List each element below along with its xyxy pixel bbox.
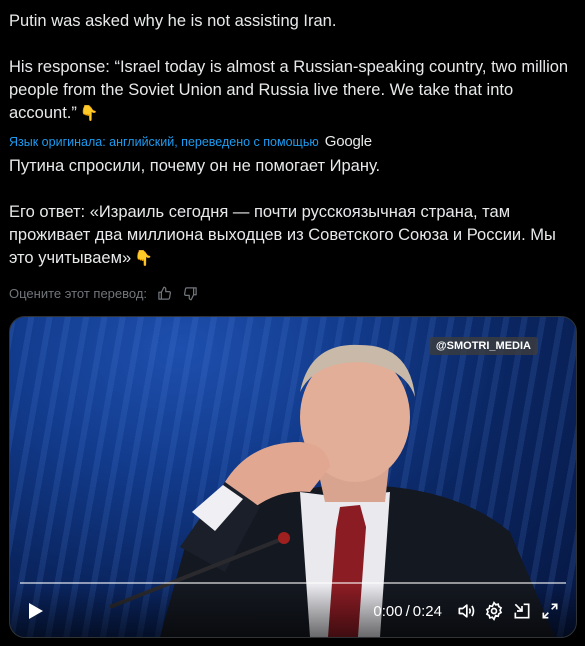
translated-line-1: Путина спросили, почему он не помогает И… <box>9 157 381 175</box>
picture-in-picture-icon[interactable] <box>508 597 536 625</box>
translation-note-text[interactable]: Язык оригинала: английский, переведено с… <box>9 135 319 149</box>
post-line-1: Putin was asked why he is not assisting … <box>9 12 337 30</box>
play-icon[interactable] <box>22 597 50 625</box>
time-current: 0:00 <box>373 602 403 620</box>
watermark: @SMOTRI_MEDIA <box>428 337 538 355</box>
thumbs-up-icon[interactable] <box>155 284 173 302</box>
fullscreen-icon[interactable] <box>536 597 564 625</box>
translation-note: Язык оригинала: английский, переведено с… <box>9 133 372 150</box>
video-controls: 0:00/0:24 <box>10 585 576 637</box>
pointing-down-emoji: 👇 <box>134 250 153 267</box>
video-player[interactable]: @SMOTRI_MEDIA 0:00/0:24 <box>9 316 577 638</box>
video-progress-bar[interactable] <box>20 582 566 584</box>
thumbs-down-icon[interactable] <box>181 284 199 302</box>
post-text: Putin was asked why he is not assisting … <box>9 10 569 125</box>
video-time: 0:00/0:24 <box>373 603 442 620</box>
rate-translation: Оцените этот перевод: <box>9 284 199 302</box>
volume-icon[interactable] <box>452 597 480 625</box>
rate-label: Оцените этот перевод: <box>9 285 148 301</box>
settings-icon[interactable] <box>480 597 508 625</box>
google-logo: Google <box>324 133 372 150</box>
time-total: 0:24 <box>412 602 442 620</box>
time-separator: / <box>405 602 410 620</box>
translated-text: Путина спросили, почему он не помогает И… <box>9 155 579 270</box>
translated-line-2: Его ответ: «Израиль сегодня — почти русс… <box>9 203 556 267</box>
pointing-down-emoji: 👇 <box>79 105 99 122</box>
